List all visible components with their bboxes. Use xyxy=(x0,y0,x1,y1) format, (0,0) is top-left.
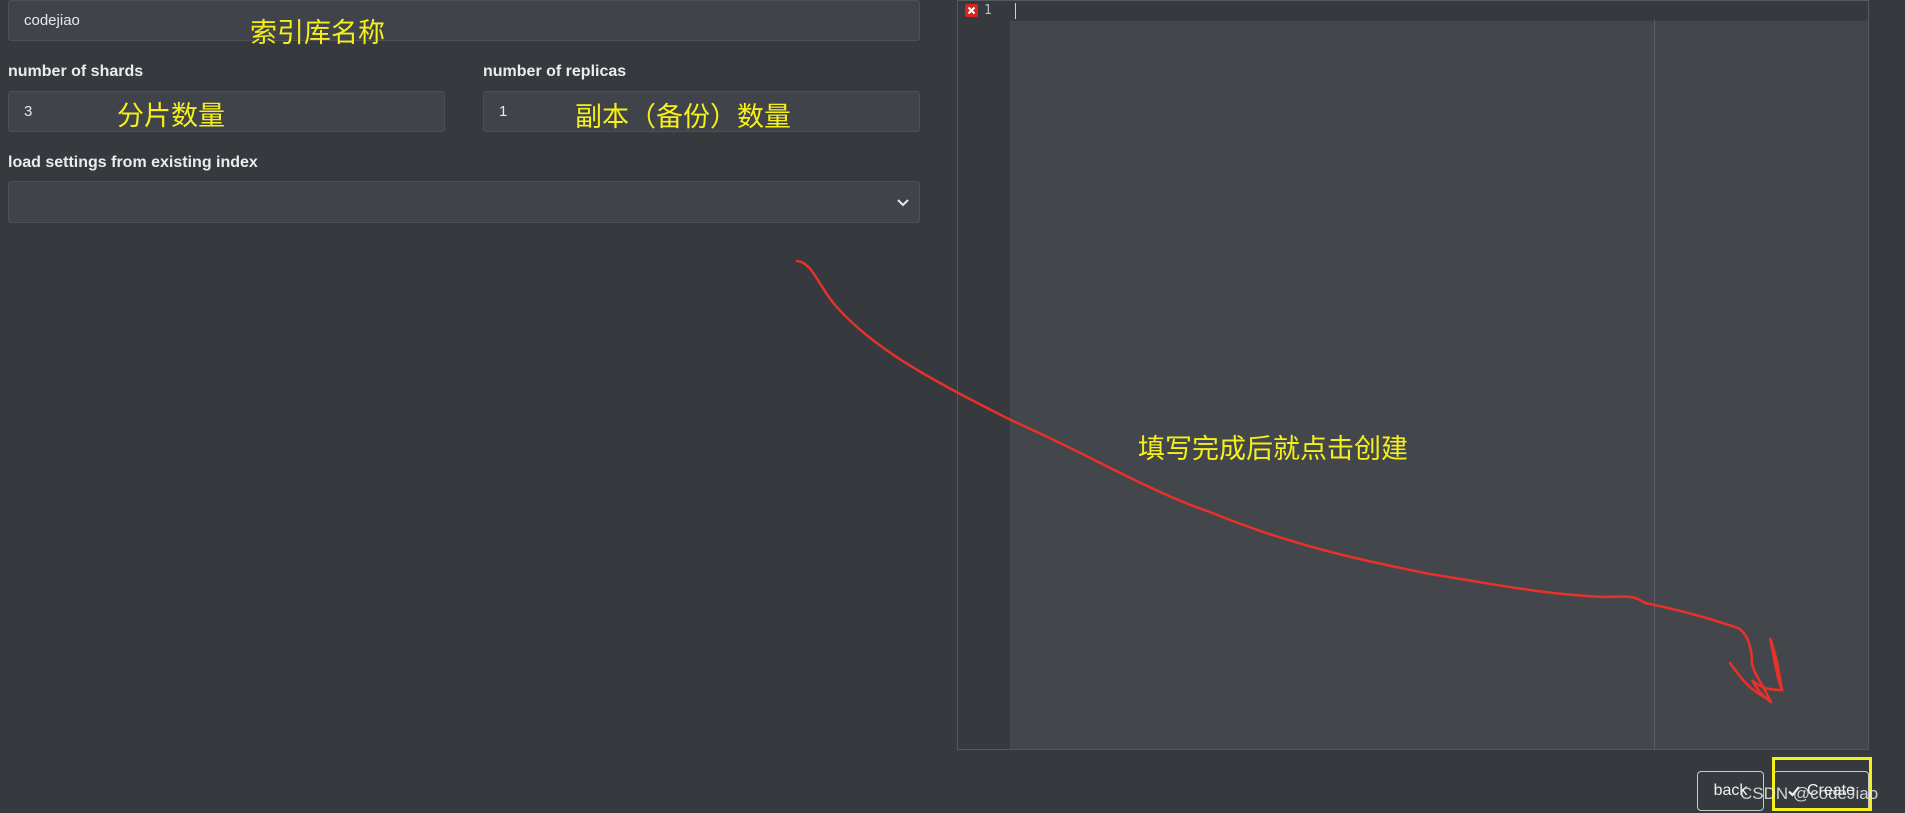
annotation-arrow xyxy=(795,259,1784,704)
create-index-page: codejiao 索引库名称 number of shards 3 分片数量 n… xyxy=(0,0,1905,813)
watermark: CSDN @codeJiao xyxy=(1740,784,1879,803)
instruction-annotation: 填写完成后就点击创建 xyxy=(1138,434,1408,465)
